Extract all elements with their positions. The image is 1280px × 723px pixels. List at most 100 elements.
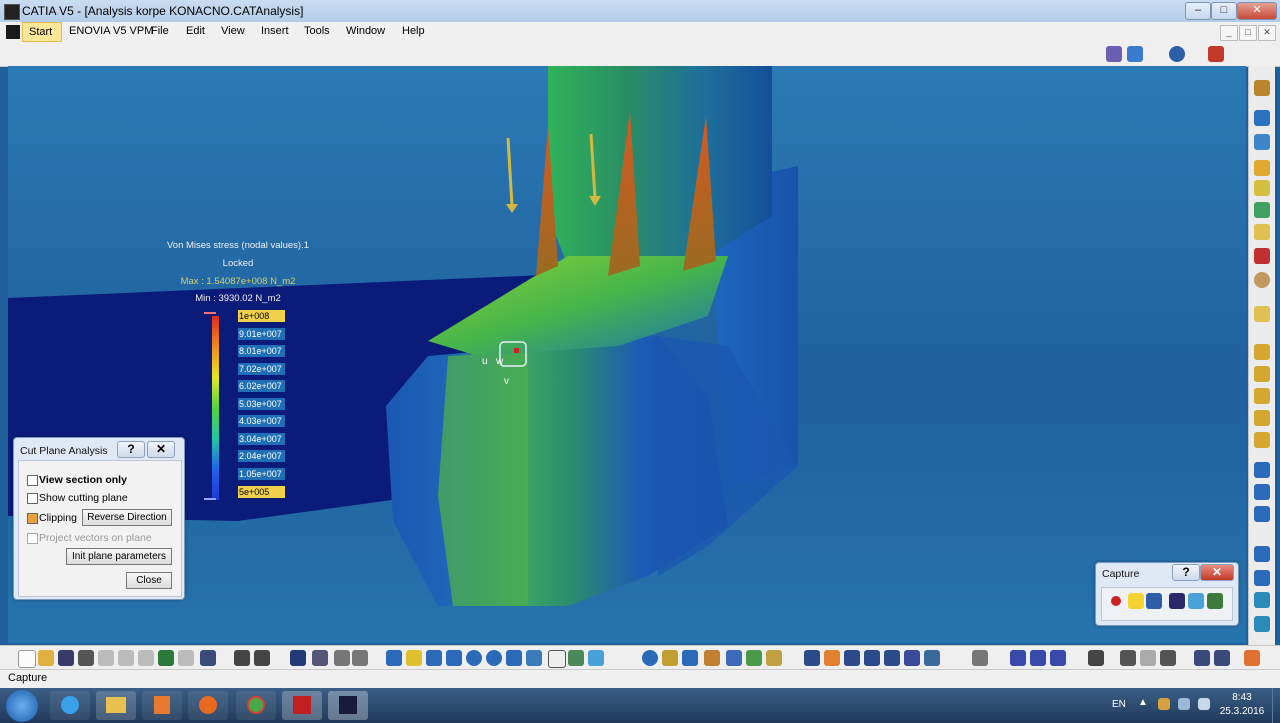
import-icon[interactable]	[1214, 650, 1230, 666]
catalog-icon[interactable]	[290, 650, 306, 666]
amplification-icon[interactable]	[1254, 506, 1270, 522]
catia-taskbar-icon[interactable]	[328, 691, 368, 720]
new-icon[interactable]	[18, 650, 36, 668]
chrome-icon[interactable]	[236, 691, 276, 720]
analysis-icon[interactable]	[766, 650, 782, 666]
hide-show-icon[interactable]	[568, 650, 584, 666]
action-center-icon[interactable]	[1158, 698, 1170, 710]
language-indicator[interactable]: EN	[1112, 699, 1126, 710]
save-icon[interactable]	[58, 650, 74, 666]
update-icon[interactable]	[1088, 650, 1104, 666]
property-icon[interactable]	[1254, 160, 1270, 176]
normal-view-icon[interactable]	[506, 650, 522, 666]
restraint-icon[interactable]	[1254, 224, 1270, 240]
close-button[interactable]: ✕	[1237, 2, 1277, 20]
adaptivity-icon[interactable]	[1254, 592, 1270, 608]
tree-icon[interactable]	[312, 650, 328, 666]
album-icon[interactable]	[1188, 593, 1204, 609]
select-icon[interactable]	[1254, 306, 1270, 322]
redo-icon[interactable]	[178, 650, 194, 666]
select-mode-icon[interactable]	[1128, 593, 1144, 609]
internet-explorer-icon[interactable]	[50, 691, 90, 720]
firefox-icon[interactable]	[188, 691, 228, 720]
light-icon[interactable]	[682, 650, 698, 666]
camera-icon[interactable]	[1169, 593, 1185, 609]
knowledge-icon[interactable]	[334, 650, 350, 666]
principal-stress-icon[interactable]	[1254, 432, 1270, 448]
init-plane-parameters-button[interactable]: Init plane parameters	[66, 548, 172, 565]
render-icon[interactable]	[642, 650, 658, 666]
menu-tools[interactable]: Tools	[304, 25, 330, 37]
view-cube-icon[interactable]	[526, 650, 542, 666]
3d-viewport[interactable]: u w v Von Mises stress (nodal values).1 …	[8, 66, 1246, 643]
grid-icon[interactable]	[804, 650, 820, 666]
swap-visible-icon[interactable]	[588, 650, 604, 666]
show-desktop-button[interactable]	[1272, 688, 1280, 723]
table-icon[interactable]	[972, 650, 988, 666]
comment-icon[interactable]	[254, 650, 270, 666]
media-player-icon[interactable]	[142, 691, 182, 720]
fly-mode-icon[interactable]	[1106, 46, 1122, 62]
sectioning-icon[interactable]	[924, 650, 940, 666]
compute-icon[interactable]	[1254, 344, 1270, 360]
measure-icon[interactable]	[704, 650, 720, 666]
reverse-direction-button[interactable]: Reverse Direction	[82, 509, 172, 526]
pan-icon[interactable]	[426, 650, 442, 666]
fit-all-icon[interactable]	[406, 650, 422, 666]
shading-icon[interactable]	[662, 650, 678, 666]
help-button[interactable]: ?	[117, 441, 145, 458]
formula-icon[interactable]	[234, 650, 250, 666]
connection-icon[interactable]	[1254, 202, 1270, 218]
cut-icon[interactable]	[98, 650, 114, 666]
menu-file[interactable]: File	[151, 25, 169, 37]
image-icon[interactable]	[1254, 366, 1270, 382]
dialog-close-x-button[interactable]: ✕	[147, 441, 175, 458]
dimension-icon[interactable]	[1050, 650, 1066, 666]
parameters-icon[interactable]	[352, 650, 368, 666]
project-vectors-checkbox[interactable]	[27, 533, 38, 544]
sensor-icon[interactable]	[1254, 570, 1270, 586]
maximize-button[interactable]: □	[1211, 2, 1237, 20]
view-section-checkbox[interactable]	[27, 475, 38, 486]
paste-icon[interactable]	[138, 650, 154, 666]
annotation-icon[interactable]	[1030, 650, 1046, 666]
clock-date[interactable]: 25.3.2016	[1218, 706, 1266, 717]
deformation-icon[interactable]	[1254, 388, 1270, 404]
menu-enovia[interactable]: ENOVIA V5 VPM	[69, 25, 153, 37]
minimize-button[interactable]: ‒	[1185, 2, 1211, 20]
mesh-icon[interactable]	[1254, 110, 1270, 126]
menu-start[interactable]: Start	[22, 22, 62, 42]
menu-edit[interactable]: Edit	[186, 25, 205, 37]
mesh-part-icon[interactable]	[1254, 134, 1270, 150]
exchange-icon[interactable]	[1194, 650, 1210, 666]
menu-insert[interactable]: Insert	[261, 25, 289, 37]
doc-maximize-button[interactable]: □	[1239, 25, 1257, 41]
whats-this-icon[interactable]	[200, 650, 216, 666]
load-icon[interactable]	[1254, 248, 1270, 264]
clash-icon[interactable]	[884, 650, 900, 666]
network-icon[interactable]	[1178, 698, 1190, 710]
material-library-icon[interactable]	[746, 650, 762, 666]
record-icon[interactable]	[1111, 596, 1121, 606]
report-icon[interactable]	[1254, 546, 1270, 562]
material-icon[interactable]	[1254, 180, 1270, 196]
print-icon[interactable]	[78, 650, 94, 666]
menu-help[interactable]: Help	[402, 25, 425, 37]
convergence-icon[interactable]	[1254, 616, 1270, 632]
autocad-icon[interactable]	[282, 691, 322, 720]
zoom-in-icon[interactable]	[466, 650, 482, 666]
cleanup-icon[interactable]	[1120, 650, 1136, 666]
rotate-icon[interactable]	[446, 650, 462, 666]
chart-capture-icon[interactable]	[1207, 593, 1223, 609]
stress-icon[interactable]	[1254, 410, 1270, 426]
box-icon[interactable]	[824, 650, 840, 666]
volume-icon[interactable]	[1198, 698, 1210, 710]
capture-help-button[interactable]: ?	[1172, 564, 1200, 581]
animate-icon[interactable]	[1254, 462, 1270, 478]
swap-icon[interactable]	[1208, 46, 1224, 62]
distance-icon[interactable]	[904, 650, 920, 666]
apply-material-icon[interactable]	[726, 650, 742, 666]
capture-close-button[interactable]: ✕	[1200, 564, 1234, 581]
fly-icon[interactable]	[386, 650, 402, 666]
doc-close-button[interactable]: ✕	[1258, 25, 1276, 41]
